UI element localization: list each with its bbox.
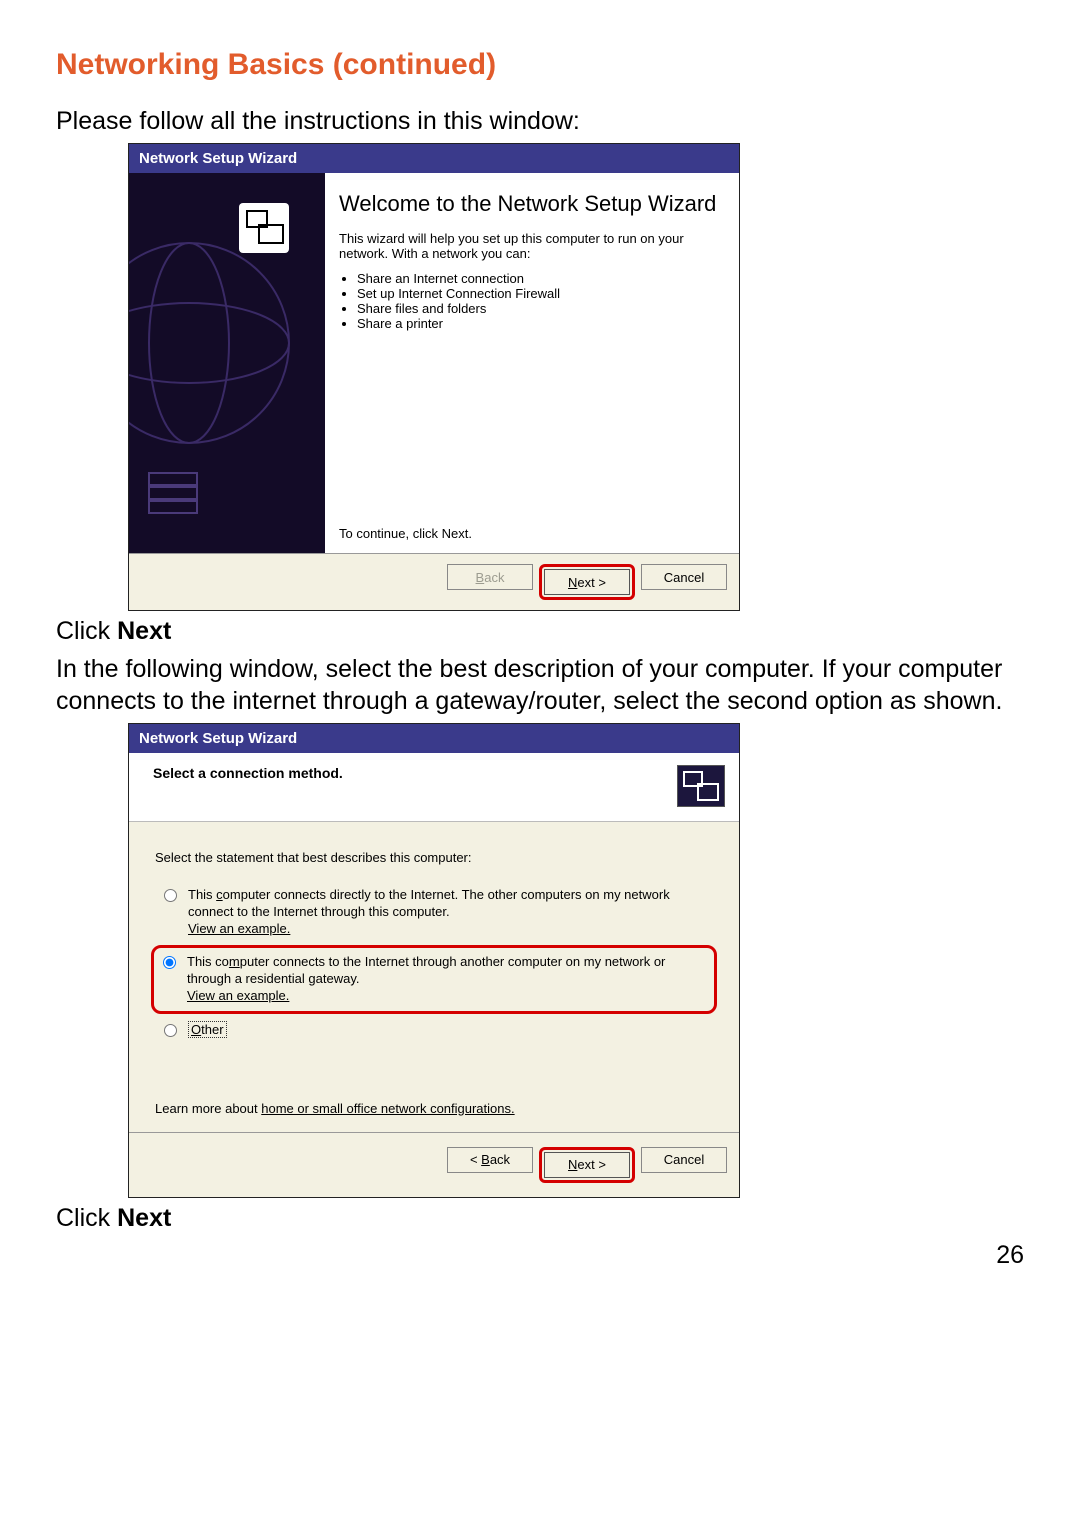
page-number: 26 <box>56 1241 1024 1270</box>
network-setup-wizard-welcome: Network Setup Wizard Wel <box>128 143 740 611</box>
list-item: Share a printer <box>357 316 721 331</box>
list-item: Share an Internet connection <box>357 271 721 286</box>
highlight-selected-option: This computer connects to the Internet t… <box>151 945 717 1014</box>
continue-hint: To continue, click Next. <box>339 486 721 541</box>
next-button[interactable]: Next > <box>544 1152 630 1178</box>
section-title: Networking Basics (continued) <box>56 48 1024 82</box>
intro-text: Please follow all the instructions in th… <box>56 106 1024 137</box>
radio-gateway-input[interactable] <box>163 956 176 969</box>
second-paragraph: In the following window, select the best… <box>56 654 1024 717</box>
back-button[interactable]: < Back <box>447 1147 533 1173</box>
computers-icon <box>677 765 725 807</box>
radio-option-other[interactable]: Other <box>155 1016 713 1045</box>
back-button: Back <box>447 564 533 590</box>
view-example-link[interactable]: View an example. <box>188 921 709 938</box>
network-setup-wizard-connection: Network Setup Wizard Select a connection… <box>128 723 740 1198</box>
learn-more-text: Learn more about home or small office ne… <box>155 1101 713 1116</box>
highlight-next: Next > <box>539 564 635 600</box>
next-button[interactable]: Next > <box>544 569 630 595</box>
select-prompt: Select the statement that best describes… <box>155 850 713 865</box>
wizard-description: This wizard will help you set up this co… <box>339 231 721 261</box>
radio-other-input[interactable] <box>164 1024 177 1037</box>
cancel-button[interactable]: Cancel <box>641 564 727 590</box>
cancel-button[interactable]: Cancel <box>641 1147 727 1173</box>
radio-option-direct[interactable]: This computer connects directly to the I… <box>155 881 713 944</box>
wizard-step-title: Select a connection method. <box>153 765 343 781</box>
wizard-sidebar-graphic <box>129 173 325 553</box>
list-item: Set up Internet Connection Firewall <box>357 286 721 301</box>
radio-direct-input[interactable] <box>164 889 177 902</box>
window-title: Network Setup Wizard <box>129 144 739 173</box>
click-next-1: Click Next <box>56 617 1024 646</box>
learn-more-link[interactable]: home or small office network configurati… <box>261 1101 514 1116</box>
wizard-heading: Welcome to the Network Setup Wizard <box>339 191 721 216</box>
radio-option-gateway[interactable]: This computer connects to the Internet t… <box>154 948 714 1011</box>
click-next-2: Click Next <box>56 1204 1024 1233</box>
list-item: Share files and folders <box>357 301 721 316</box>
view-example-link[interactable]: View an example. <box>187 988 710 1005</box>
wizard-feature-list: Share an Internet connection Set up Inte… <box>357 271 721 331</box>
window-title: Network Setup Wizard <box>129 724 739 753</box>
highlight-next: Next > <box>539 1147 635 1183</box>
